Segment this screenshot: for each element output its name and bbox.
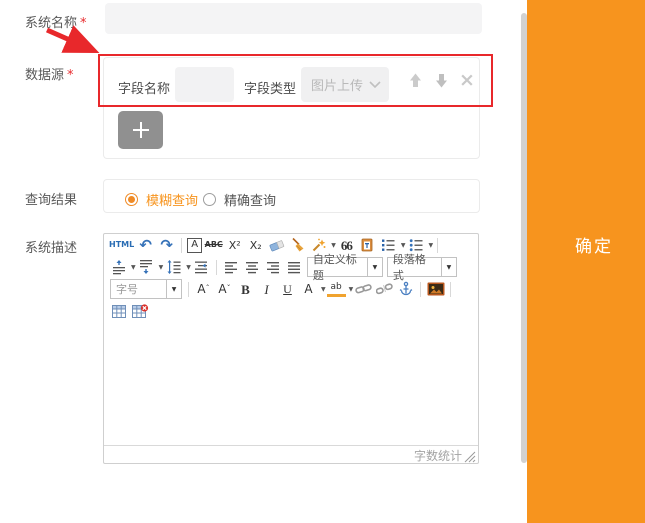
- toolbar-separator: [216, 260, 217, 275]
- dropdown-caret-icon[interactable]: ▼: [428, 242, 433, 249]
- move-down-icon[interactable]: [433, 72, 450, 89]
- custom-title-value: 自定义标题: [308, 258, 367, 276]
- line-height-icon[interactable]: [164, 258, 183, 277]
- superscript-button[interactable]: X²: [225, 236, 244, 255]
- link-icon[interactable]: [354, 280, 373, 299]
- html-source-button[interactable]: HTML: [109, 236, 134, 255]
- data-source-card: 字段名称 字段类型 图片上传 ×: [103, 57, 480, 159]
- chevron-down-icon[interactable]: ▼: [367, 258, 382, 276]
- anchor-icon[interactable]: [396, 280, 415, 299]
- resize-handle-icon[interactable]: [464, 451, 476, 463]
- align-justify-icon[interactable]: [285, 258, 304, 277]
- radio-selected-icon[interactable]: [125, 193, 138, 206]
- toolbar-separator: [450, 282, 451, 297]
- word-count-label: 字数统计: [414, 447, 462, 464]
- remove-field-icon[interactable]: ×: [459, 71, 475, 90]
- font-size-select[interactable]: 字号 ▼: [110, 279, 182, 299]
- radio-option-fuzzy[interactable]: 模糊查询: [125, 190, 198, 209]
- editor-status-bar: 字数统计: [104, 445, 478, 465]
- chevron-down-icon: [369, 81, 381, 89]
- field-type-select[interactable]: 图片上传: [301, 67, 389, 102]
- form-page: 系统名称* 数据源* 字段名称 字段类型 图片上传 ×: [0, 0, 645, 523]
- dropdown-caret-icon[interactable]: ▼: [131, 264, 136, 271]
- highlight-color-button[interactable]: ab: [327, 281, 346, 297]
- eraser-icon[interactable]: [267, 236, 286, 255]
- toolbar-separator: [420, 282, 421, 297]
- subscript-button[interactable]: X₂: [246, 236, 265, 255]
- field-name-input[interactable]: [175, 67, 234, 102]
- chevron-down-icon[interactable]: ▼: [441, 258, 456, 276]
- data-source-label: 数据源*: [25, 64, 74, 83]
- delete-table-icon[interactable]: [130, 302, 149, 321]
- align-left-icon[interactable]: [222, 258, 241, 277]
- underline-button[interactable]: U: [278, 280, 297, 299]
- field-type-label: 字段类型: [244, 78, 296, 97]
- editor-toolbar-row-4: [104, 300, 478, 322]
- insert-image-icon[interactable]: [426, 280, 445, 299]
- add-field-button[interactable]: [118, 111, 163, 149]
- decrease-font-button[interactable]: Aˇ: [215, 280, 234, 299]
- field-name-label: 字段名称: [118, 78, 170, 97]
- editor-toolbar-row-2: ▼ ▼ ▼: [104, 256, 478, 278]
- query-result-label: 查询结果: [25, 189, 77, 208]
- move-up-icon[interactable]: [407, 72, 424, 89]
- insert-table-icon[interactable]: [109, 302, 128, 321]
- paragraph-format-select[interactable]: 段落格式 ▼: [387, 257, 457, 277]
- toolbar-separator: [437, 238, 438, 253]
- rich-text-editor: HTML ↶ ↷ A ABC X² X₂: [103, 233, 479, 464]
- dropdown-caret-icon[interactable]: ▼: [186, 264, 191, 271]
- redo-button[interactable]: ↷: [157, 236, 176, 255]
- undo-button[interactable]: ↶: [136, 236, 155, 255]
- space-before-paragraph-icon[interactable]: [109, 258, 128, 277]
- dropdown-caret-icon[interactable]: ▼: [401, 242, 406, 249]
- dropdown-caret-icon[interactable]: ▼: [321, 286, 326, 293]
- space-after-paragraph-icon[interactable]: [137, 258, 156, 277]
- chevron-down-icon[interactable]: ▼: [166, 280, 181, 298]
- align-right-icon[interactable]: [264, 258, 283, 277]
- query-result-card: 模糊查询 精确查询: [103, 179, 480, 213]
- plus-icon: [130, 119, 152, 141]
- align-center-icon[interactable]: [243, 258, 262, 277]
- radio-option-exact[interactable]: 精确查询: [203, 190, 276, 209]
- required-asterisk: *: [67, 68, 74, 83]
- paragraph-format-value: 段落格式: [388, 258, 441, 276]
- custom-title-select[interactable]: 自定义标题 ▼: [307, 257, 383, 277]
- border-text-button[interactable]: A: [187, 238, 202, 253]
- radio-option-label: 精确查询: [224, 190, 276, 209]
- font-size-value: 字号: [111, 280, 166, 298]
- confirm-button[interactable]: 确定: [527, 232, 645, 257]
- dropdown-caret-icon[interactable]: ▼: [331, 242, 336, 249]
- system-description-label: 系统描述: [25, 237, 77, 256]
- side-panel: 确定: [527, 0, 645, 523]
- bold-button[interactable]: B: [236, 280, 255, 299]
- system-name-input[interactable]: [105, 3, 482, 34]
- annotation-arrow-icon: [42, 25, 108, 59]
- remove-format-button[interactable]: ABC: [204, 236, 223, 255]
- broom-icon[interactable]: [288, 236, 307, 255]
- field-type-value: 图片上传: [311, 75, 363, 94]
- italic-button[interactable]: I: [257, 280, 276, 299]
- radio-option-label: 模糊查询: [146, 190, 198, 209]
- dropdown-caret-icon[interactable]: ▼: [349, 286, 354, 293]
- editor-content-area[interactable]: [104, 322, 478, 445]
- radio-unselected-icon[interactable]: [203, 193, 216, 206]
- unlink-icon[interactable]: [375, 280, 394, 299]
- dropdown-caret-icon[interactable]: ▼: [159, 264, 164, 271]
- toolbar-separator: [181, 238, 182, 253]
- increase-font-button[interactable]: Aˆ: [194, 280, 213, 299]
- font-color-button[interactable]: A: [299, 280, 318, 299]
- toolbar-separator: [188, 282, 189, 297]
- indent-icon[interactable]: [192, 258, 211, 277]
